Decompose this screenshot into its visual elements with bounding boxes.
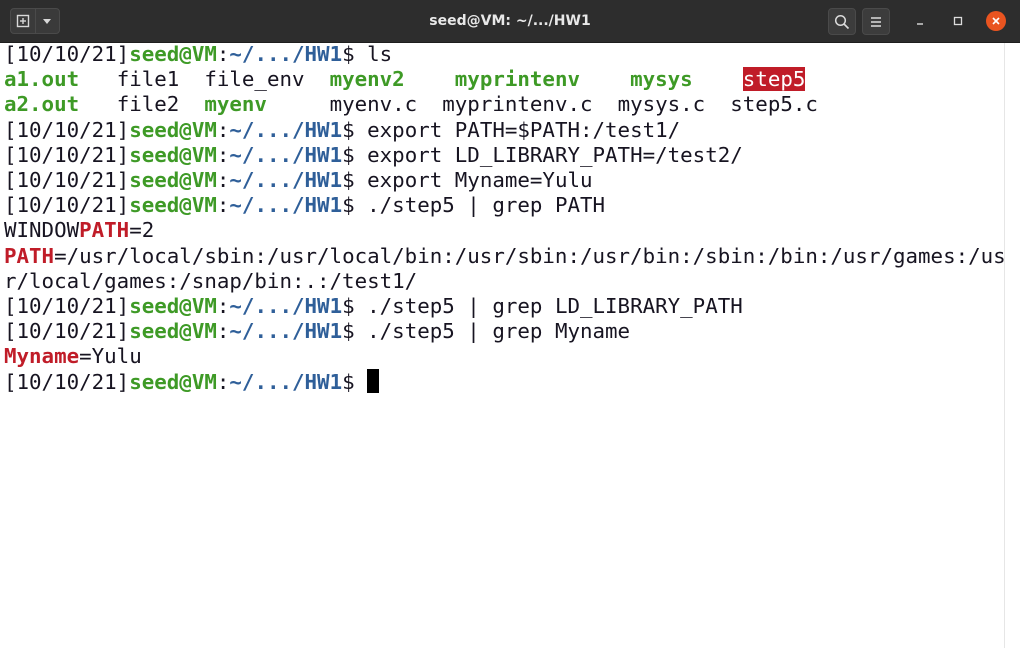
ls-output-row: a1.out file1 file_env myenv2 myprintenv … — [4, 67, 1004, 92]
prompt-time: [10/10/21] — [4, 117, 130, 142]
hamburger-menu-icon — [871, 16, 881, 27]
prompt-path: ~/.../HW1 — [229, 142, 343, 167]
prompt-dollar: $ — [342, 293, 368, 318]
prompt-user-host: seed@VM — [129, 167, 217, 192]
ls-output-row: a2.out file2 myenv myenv.c myprintenv.c … — [4, 92, 1004, 117]
command-text: export PATH=$PATH:/test1/ — [367, 117, 681, 142]
prompt-dollar: $ — [342, 193, 368, 218]
prompt-dollar: $ — [342, 319, 368, 344]
prompt-colon: : — [216, 142, 230, 167]
terminal-output[interactable]: [10/10/21]seed@VM:~/.../HW1$ ls a1.out f… — [0, 43, 1004, 648]
prompt-colon: : — [216, 117, 230, 142]
prompt-time: [10/10/21] — [4, 370, 130, 395]
ls-entry-file: file1 — [116, 67, 180, 92]
ls-entry-executable: myenv2 — [329, 67, 405, 92]
prompt-user-host: seed@VM — [129, 370, 217, 395]
prompt-dollar: $ — [342, 43, 368, 66]
terminal-line: [10/10/21]seed@VM:~/.../HW1$ ./step5 | g… — [4, 193, 1004, 218]
prompt-path: ~/.../HW1 — [229, 370, 343, 395]
close-icon — [992, 17, 1000, 25]
prompt-colon: : — [216, 193, 230, 218]
search-button[interactable] — [828, 8, 856, 35]
terminal-line: [10/10/21]seed@VM:~/.../HW1$ ls — [4, 43, 1004, 67]
ls-entry-file: mysys.c — [617, 92, 706, 117]
ls-entry-file: file_env — [204, 67, 305, 92]
text-cursor — [367, 369, 380, 394]
prompt-time: [10/10/21] — [4, 193, 130, 218]
close-button[interactable] — [986, 11, 1006, 31]
grep-match: PATH — [79, 218, 130, 243]
terminal-line: [10/10/21]seed@VM:~/.../HW1$ ./step5 | g… — [4, 294, 1004, 319]
output-line: r/local/games:/snap/bin:.:/test1/ — [4, 269, 1004, 294]
prompt-user-host: seed@VM — [129, 293, 217, 318]
prompt-colon: : — [216, 319, 230, 344]
grep-match: PATH — [4, 243, 55, 268]
terminal-line: [10/10/21]seed@VM:~/.../HW1$ export LD_L… — [4, 143, 1004, 168]
minimize-button[interactable] — [910, 11, 930, 31]
output-line: WINDOWPATH=2 — [4, 218, 1004, 243]
prompt-colon: : — [216, 43, 230, 66]
prompt-colon: : — [216, 293, 230, 318]
prompt-path: ~/.../HW1 — [229, 117, 343, 142]
prompt-time: [10/10/21] — [4, 293, 130, 318]
ls-entry-file: myprintenv.c — [442, 92, 593, 117]
prompt-user-host: seed@VM — [129, 319, 217, 344]
command-text: ./step5 | grep Myname — [367, 319, 631, 344]
terminal-line: [10/10/21]seed@VM:~/.../HW1$ export Myna… — [4, 168, 1004, 193]
prompt-dollar: $ — [342, 142, 368, 167]
terminal-window: seed@VM: ~/.../HW1 [10/10/21]seed@VM:~/.… — [0, 0, 1020, 648]
prompt-user-host: seed@VM — [129, 117, 217, 142]
command-text: ./step5 | grep PATH — [367, 193, 606, 218]
grep-match: Myname — [4, 344, 80, 369]
scrollbar[interactable] — [1004, 43, 1020, 648]
search-icon — [834, 14, 850, 29]
prompt-time: [10/10/21] — [4, 319, 130, 344]
ls-entry-executable: a1.out — [4, 67, 80, 92]
prompt-path: ~/.../HW1 — [229, 293, 343, 318]
minimize-icon — [917, 23, 923, 25]
output-text: =Yulu — [79, 344, 142, 369]
prompt-colon: : — [216, 370, 230, 395]
prompt-path: ~/.../HW1 — [229, 319, 343, 344]
command-text: export Myname=Yulu — [367, 167, 593, 192]
terminal-line: [10/10/21]seed@VM:~/.../HW1$ ./step5 | g… — [4, 319, 1004, 344]
ls-entry-file: file2 — [116, 92, 180, 117]
ls-entry-file: step5.c — [730, 92, 818, 117]
ls-entry-executable: a2.out — [4, 92, 80, 117]
title-bar: seed@VM: ~/.../HW1 — [0, 0, 1020, 43]
prompt-user-host: seed@VM — [129, 142, 217, 167]
prompt-time: [10/10/21] — [4, 142, 130, 167]
command-text: ls — [367, 43, 393, 66]
command-text: export LD_LIBRARY_PATH=/test2/ — [367, 142, 743, 167]
command-text: ./step5 | grep LD_LIBRARY_PATH — [367, 293, 743, 318]
prompt-time: [10/10/21] — [4, 167, 130, 192]
prompt-user-host: seed@VM — [129, 193, 217, 218]
maximize-button[interactable] — [948, 11, 968, 31]
ls-entry-file: myenv.c — [329, 92, 418, 117]
output-line: Myname=Yulu — [4, 344, 1004, 369]
prompt-colon: : — [216, 167, 230, 192]
menu-button[interactable] — [862, 8, 890, 35]
output-text: =/usr/local/sbin:/usr/local/bin:/usr/sbi… — [54, 243, 1004, 268]
prompt-dollar: $ — [342, 117, 368, 142]
output-line: PATH=/usr/local/sbin:/usr/local/bin:/usr… — [4, 244, 1004, 269]
prompt-time: [10/10/21] — [4, 43, 130, 66]
output-text: r/local/games:/snap/bin:.:/test1/ — [4, 268, 418, 293]
ls-entry-executable: myenv — [204, 92, 267, 117]
ls-entry-executable: mysys — [630, 67, 693, 92]
prompt-path: ~/.../HW1 — [229, 167, 343, 192]
terminal-line: [10/10/21]seed@VM:~/.../HW1$ export PATH… — [4, 118, 1004, 143]
maximize-icon — [953, 16, 963, 26]
prompt-user-host: seed@VM — [129, 43, 217, 66]
output-text: WINDOW — [4, 218, 80, 243]
prompt-path: ~/.../HW1 — [229, 193, 343, 218]
prompt-path: ~/.../HW1 — [229, 43, 343, 66]
ls-entry-executable: myprintenv — [454, 67, 580, 92]
terminal-line-current: [10/10/21]seed@VM:~/.../HW1$ — [4, 369, 1004, 394]
close-button-circle — [986, 11, 1006, 31]
output-text: =2 — [129, 218, 155, 243]
prompt-dollar: $ — [342, 370, 368, 395]
ls-entry-highlighted: step5 — [742, 67, 806, 92]
prompt-dollar: $ — [342, 167, 368, 192]
